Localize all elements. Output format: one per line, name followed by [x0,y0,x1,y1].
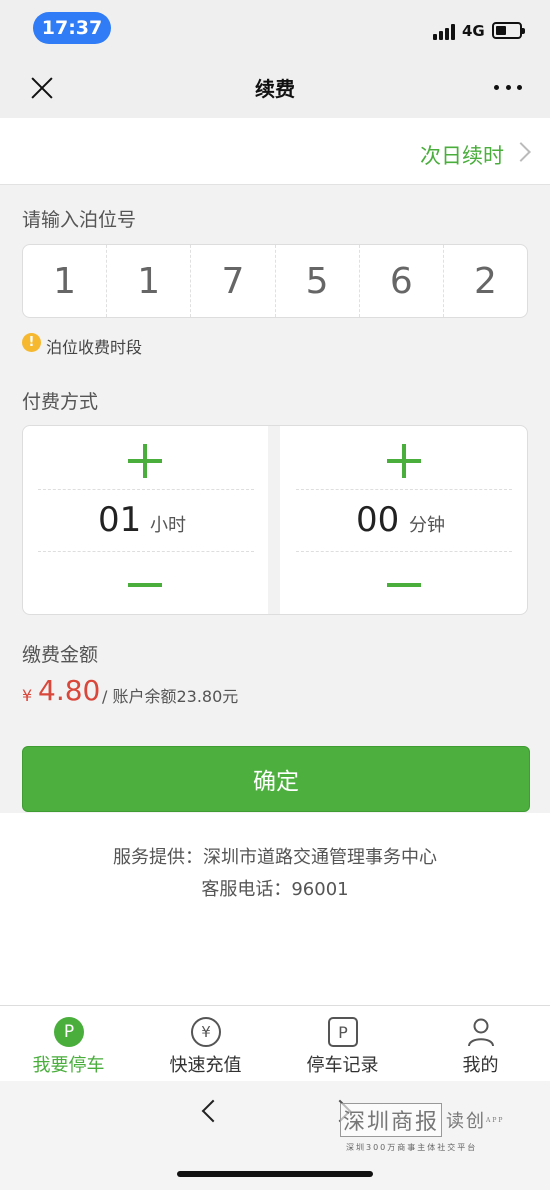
tab-label: 停车记录 [306,1055,379,1076]
tab-label: 我的 [462,1055,499,1076]
berth-digit[interactable]: 1 [23,245,108,317]
hours-value: 01 [98,500,142,540]
info-area [0,813,550,1005]
hours-minus-button[interactable] [128,583,162,587]
fee-period-link[interactable]: 泊位收费时段 [46,334,142,358]
status-time: 17:37 [33,12,111,44]
stepper-divider [268,426,280,614]
berth-label: 请输入泊位号 [22,209,137,231]
berth-digit[interactable]: 6 [360,245,444,317]
berth-digit[interactable]: 5 [276,245,360,317]
berth-digit[interactable]: 7 [191,245,276,317]
parking-filled-icon: P [54,1017,84,1047]
network-type: 4G [462,22,485,40]
next-day-renewal-link[interactable]: 次日续时 [420,140,504,170]
hours-plus-button[interactable] [128,444,162,478]
tab-records[interactable]: P 停车记录 [274,1005,411,1081]
divider [296,551,512,552]
watermark-logo: 深圳商报 读创 APP 深圳300万商事主体社交平台 [340,1100,516,1158]
payment-method-label: 付费方式 [22,391,99,413]
watermark-side: 读创 [446,1111,487,1132]
berth-digit[interactable]: 1 [107,245,192,317]
minutes-plus-button[interactable] [387,444,421,478]
tab-label: 快速充值 [169,1055,242,1076]
watermark-main: 深圳商报 [340,1103,443,1137]
watermark-badge: APP [486,1116,505,1124]
home-indicator[interactable] [177,1171,373,1177]
berth-digit[interactable]: 2 [444,245,527,317]
yen-circle-icon: ¥ [191,1017,221,1047]
divider [38,489,254,490]
tab-park[interactable]: P 我要停车 [0,1005,137,1081]
amount-value: 4.80 [38,674,101,707]
service-provider: 服务提供：深圳市道路交通管理事务中心 [113,847,437,868]
amount-label: 缴费金额 [22,644,99,666]
divider [296,489,512,490]
tab-recharge[interactable]: ¥ 快速充值 [137,1005,274,1081]
service-hotline[interactable]: 客服电话：96001 [0,875,550,901]
currency-symbol: ¥ [22,686,33,705]
confirm-button[interactable]: 确定 [22,746,530,812]
watermark-subtitle: 深圳300万商事主体社交平台 [346,1143,478,1152]
account-balance: / 账户余额23.80元 [102,687,239,706]
minutes-minus-button[interactable] [387,583,421,587]
tab-label: 我要停车 [32,1055,105,1076]
divider [38,551,254,552]
page-title: 续费 [255,77,295,101]
more-icon[interactable] [494,85,522,91]
warning-icon[interactable]: ! [22,333,41,352]
minutes-value: 00 [356,500,400,540]
hours-unit: 小时 [150,515,186,536]
parking-record-icon: P [328,1017,358,1047]
battery-icon [492,22,525,39]
user-icon [468,1018,494,1047]
signal-icon [433,24,459,40]
berth-number-input[interactable]: 1 1 7 5 6 2 [22,244,528,318]
tab-mine[interactable]: 我的 [412,1005,549,1081]
minutes-unit: 分钟 [409,515,445,536]
